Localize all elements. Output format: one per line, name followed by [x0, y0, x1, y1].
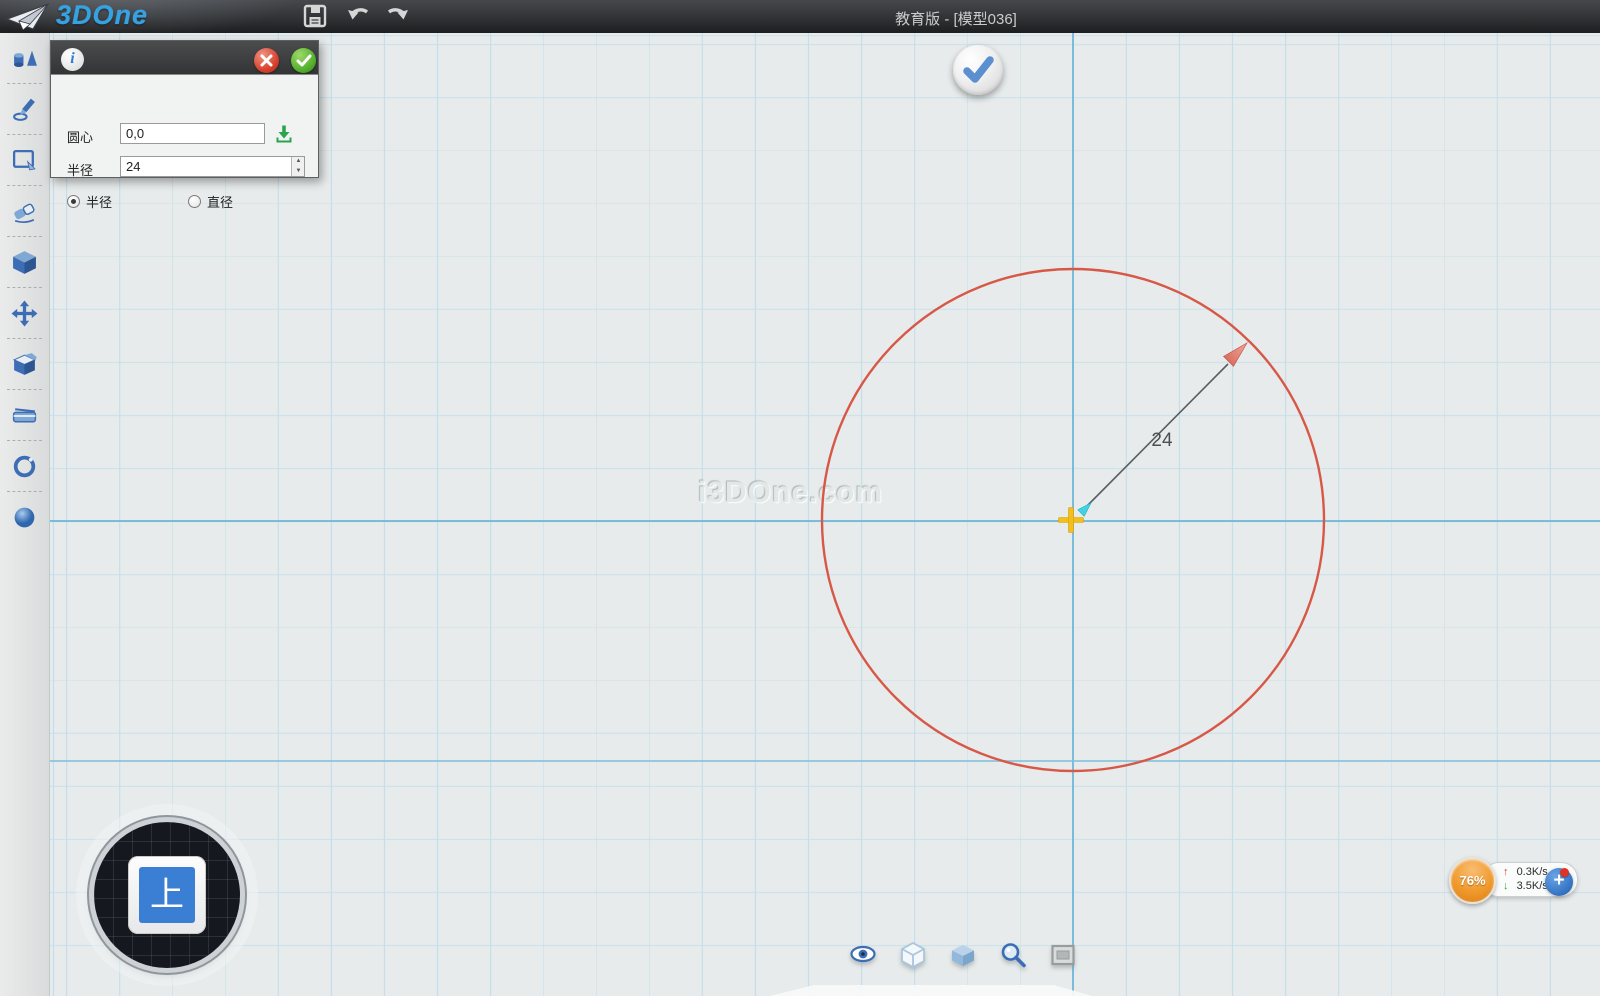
radius-spinner[interactable]: ▲ ▼: [291, 157, 304, 176]
sketch-edit-tool-icon: [11, 147, 38, 174]
center-direction-arrow-icon: [1078, 503, 1091, 516]
combine-tool-icon: [11, 351, 38, 378]
sidebar-item-workplane[interactable]: [0, 390, 49, 440]
view-cube[interactable]: 上: [94, 822, 240, 968]
bottom-tray-edge: [770, 985, 1092, 996]
radius-radio-label: 半径: [86, 192, 112, 211]
zoom-magnifier-icon[interactable]: [999, 941, 1027, 969]
sidebar-item-feature[interactable]: [0, 237, 49, 287]
radio-unselected-icon: [188, 195, 201, 208]
solids-tool-icon: [11, 45, 38, 72]
move-tool-icon: [11, 300, 38, 327]
sidebar-item-trim[interactable]: [0, 186, 49, 236]
notification-dot: [1560, 868, 1569, 877]
check-icon: [953, 45, 1003, 95]
tool-sidebar: [0, 33, 50, 996]
center-cross-marker-v: [1069, 508, 1074, 533]
dialog-body: 圆心 0,0 半径 24 ▲ ▼ 半径 直径: [51, 74, 318, 178]
screen-view-icon[interactable]: [1049, 941, 1077, 969]
radio-selected-icon: [67, 195, 80, 208]
center-input[interactable]: 0,0: [120, 123, 265, 144]
info-icon[interactable]: i: [61, 48, 84, 71]
sidebar-item-sketch-edit[interactable]: [0, 135, 49, 185]
app-logo-text: 3DOne: [56, 0, 148, 31]
feature-tool-icon: [11, 249, 38, 276]
confirm-check-button[interactable]: [953, 45, 1003, 95]
upload-speed-row: ↑ 0.3K/s: [1503, 866, 1548, 878]
visibility-eye-icon[interactable]: [849, 941, 877, 969]
sidebar-item-sketch[interactable]: [0, 84, 49, 134]
save-icon[interactable]: [302, 3, 328, 29]
ring-tool-icon: [11, 453, 38, 480]
title-bar: 3DOne 教育版 - [模型036]: [0, 0, 1600, 33]
close-x-icon: [254, 48, 279, 73]
ok-button[interactable]: [291, 48, 316, 73]
workplane-tool-icon: [11, 402, 38, 429]
radius-radio-option[interactable]: 半径: [67, 192, 112, 211]
sidebar-item-ring[interactable]: [0, 441, 49, 491]
redo-icon[interactable]: [384, 3, 410, 29]
cancel-button[interactable]: [254, 48, 279, 73]
spinner-down-icon[interactable]: ▼: [292, 167, 305, 176]
download-speed-value: 3.5K/s: [1517, 880, 1548, 892]
view-cube-face[interactable]: 上: [128, 856, 206, 934]
spinner-up-icon[interactable]: ▲: [292, 157, 305, 166]
dialog-title-bar[interactable]: i: [51, 41, 318, 74]
upload-arrow-icon: ↑: [1503, 866, 1509, 878]
circle-properties-dialog: i 圆心 0,0 半径 24 ▲ ▼ 半径: [50, 40, 319, 178]
paper-plane-logo-icon: [6, 2, 50, 31]
download-speed-row: ↓ 3.5K/s: [1503, 880, 1548, 892]
dimension-value-label: 24: [1151, 430, 1173, 451]
sidebar-item-material[interactable]: [0, 492, 49, 542]
pick-point-button[interactable]: [274, 124, 294, 144]
shaded-display-icon[interactable]: [949, 941, 977, 969]
wireframe-display-icon[interactable]: [899, 941, 927, 969]
document-title: 教育版 - [模型036]: [895, 8, 1017, 29]
sidebar-item-move[interactable]: [0, 288, 49, 338]
diameter-radio-label: 直径: [207, 192, 233, 211]
ok-check-icon: [291, 48, 316, 73]
radius-field-label: 半径: [67, 160, 93, 179]
undo-icon[interactable]: [346, 3, 372, 29]
radius-drag-arrowhead[interactable]: [1224, 343, 1247, 366]
sketch-tool-icon: [11, 96, 38, 123]
sidebar-item-solids[interactable]: [0, 33, 49, 83]
view-cube-face-label[interactable]: 上: [139, 867, 195, 923]
progress-percent-badge[interactable]: 76%: [1449, 857, 1496, 904]
radius-input[interactable]: 24: [120, 156, 305, 177]
progress-percent-value: 76%: [1459, 873, 1485, 888]
material-tool-icon: [11, 504, 38, 531]
center-field-label: 圆心: [67, 127, 93, 146]
sidebar-item-combine[interactable]: [0, 339, 49, 389]
upload-speed-value: 0.3K/s: [1517, 866, 1548, 878]
trim-tool-icon: [11, 198, 38, 225]
download-arrow-icon: ↓: [1503, 880, 1509, 892]
diameter-radio-option[interactable]: 直径: [188, 192, 233, 211]
